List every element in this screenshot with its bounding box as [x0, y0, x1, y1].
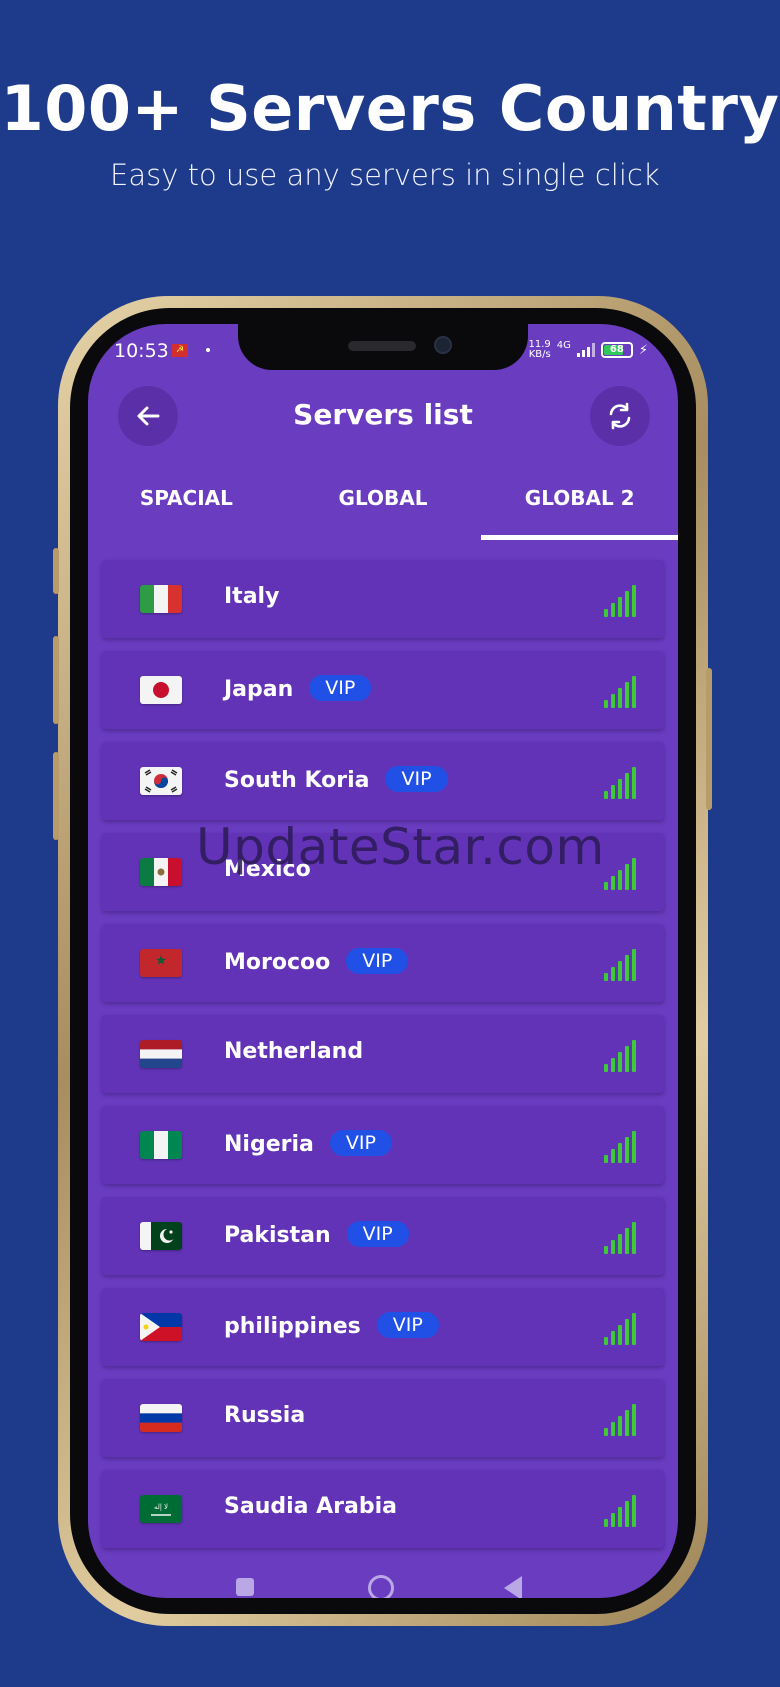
signal-strength-icon	[604, 583, 636, 617]
russia-flag-icon	[140, 1404, 182, 1432]
philippines-flag-icon	[140, 1313, 182, 1341]
server-name: philippines VIP	[224, 1312, 439, 1339]
speaker-grille	[348, 341, 416, 351]
server-name-text: Nigeria	[224, 1132, 314, 1157]
signal-strength-icon	[604, 947, 636, 981]
phone-volume-up	[53, 636, 59, 724]
notification-flag-icon: ☭	[172, 344, 188, 357]
battery-icon: 68	[600, 342, 633, 358]
signal-strength-icon	[604, 856, 636, 890]
system-nav-bar	[88, 1558, 678, 1598]
svg-text:ﻻ ﺇﻟﻪ: ﻻ ﺇﻟﻪ	[154, 1503, 168, 1511]
server-name: South Koria VIP	[224, 766, 448, 793]
server-row[interactable]: South Koria VIP	[102, 742, 664, 820]
charging-icon: ⚡	[638, 342, 648, 358]
network-type: 4G	[556, 340, 571, 351]
battery-level: 68	[609, 344, 624, 355]
server-row[interactable]: Pakistan VIP	[102, 1197, 664, 1275]
net-speed-unit: KB/s	[528, 349, 551, 360]
vip-badge: VIP	[309, 675, 372, 701]
phone-volume-down	[53, 752, 59, 840]
tab-global[interactable]: GLOBAL	[285, 464, 482, 546]
signal-strength-icon	[604, 1402, 636, 1436]
server-row[interactable]: Nigeria VIP	[102, 1106, 664, 1184]
signal-strength-icon	[604, 674, 636, 708]
vip-badge: VIP	[329, 1130, 392, 1156]
server-name: Italy	[224, 584, 279, 609]
phone-notch	[238, 324, 528, 370]
saudi-arabia-flag-icon: ﻻ ﺇﻟﻪ	[140, 1495, 182, 1523]
server-name-text: Morocoo	[224, 950, 331, 975]
watermark-text: UpdateStar.com	[196, 818, 605, 876]
server-name: Japan VIP	[224, 675, 372, 702]
japan-flag-icon	[140, 676, 182, 704]
server-name-text: philippines	[224, 1314, 361, 1339]
phone-mute-switch	[53, 548, 59, 594]
net-speed: 11.9 KB/s	[528, 340, 550, 360]
server-row[interactable]: Japan VIP	[102, 651, 664, 729]
server-name-text: Pakistan	[224, 1223, 331, 1248]
nav-back-icon[interactable]	[504, 1576, 522, 1598]
vip-badge: VIP	[346, 1221, 409, 1247]
front-camera-icon	[434, 336, 452, 354]
server-row[interactable]: philippines VIP	[102, 1288, 664, 1366]
status-indicators: 11.9 KB/s 4G 68 ⚡	[528, 340, 648, 360]
server-row[interactable]: ﻻ ﺇﻟﻪ Saudia Arabia	[102, 1470, 664, 1548]
server-name: Netherland	[224, 1039, 363, 1064]
vip-badge: VIP	[376, 1312, 439, 1338]
signal-strength-icon	[604, 1129, 636, 1163]
nav-home-icon[interactable]	[368, 1575, 394, 1598]
refresh-icon	[609, 402, 631, 430]
status-time: 10:53	[114, 340, 169, 362]
server-name: Pakistan VIP	[224, 1221, 409, 1248]
server-row[interactable]: Italy	[102, 560, 664, 638]
server-name-text: Italy	[224, 584, 280, 609]
signal-strength-icon	[604, 1493, 636, 1527]
promo-title: 100+ Servers Country	[0, 72, 780, 145]
server-row[interactable]: Netherland	[102, 1015, 664, 1093]
signal-strength-icon	[604, 1311, 636, 1345]
server-name: Russia	[224, 1403, 305, 1428]
server-name-text: South Koria	[224, 768, 370, 793]
refresh-button[interactable]	[590, 386, 650, 446]
pakistan-flag-icon	[140, 1222, 182, 1250]
netherlands-flag-icon	[140, 1040, 182, 1068]
server-name: Saudia Arabia	[224, 1494, 397, 1519]
signal-strength-icon	[604, 1220, 636, 1254]
mexico-flag-icon	[140, 858, 182, 886]
nigeria-flag-icon	[140, 1131, 182, 1159]
server-row[interactable]: Morocoo VIP	[102, 924, 664, 1002]
app-header: Servers list	[88, 370, 678, 464]
vip-badge: VIP	[385, 766, 448, 792]
signal-strength-icon	[604, 765, 636, 799]
server-name-text: Japan	[224, 677, 294, 702]
phone-power-button	[706, 668, 712, 810]
morocco-flag-icon	[140, 949, 182, 977]
notification-dot-icon	[206, 348, 210, 352]
nav-recent-icon[interactable]	[236, 1578, 254, 1596]
server-name-text: Russia	[224, 1403, 306, 1428]
italy-flag-icon	[140, 585, 182, 613]
server-name-text: Netherland	[224, 1039, 364, 1064]
server-list: Italy Japan VIP South Koria VIP Mexico Morocoo…	[102, 560, 664, 1561]
south-korea-flag-icon	[140, 767, 182, 795]
server-name-text: Saudia Arabia	[224, 1494, 398, 1519]
promo-subtitle: Easy to use any servers in single click	[110, 158, 660, 192]
vip-badge: VIP	[346, 948, 409, 974]
app-screen: 10:53 ☭ 11.9 KB/s 4G 68 ⚡ Servers list S…	[88, 324, 678, 1598]
server-name: Nigeria VIP	[224, 1130, 392, 1157]
tab-spacial[interactable]: SPACIAL	[88, 464, 285, 546]
server-row[interactable]: Russia	[102, 1379, 664, 1457]
signal-strength-icon	[604, 1038, 636, 1072]
server-tabs: SPACIAL GLOBAL GLOBAL 2	[88, 464, 678, 546]
tab-global-2[interactable]: GLOBAL 2	[481, 464, 678, 546]
cell-signal-icon	[576, 343, 595, 357]
server-name: Morocoo VIP	[224, 948, 409, 975]
